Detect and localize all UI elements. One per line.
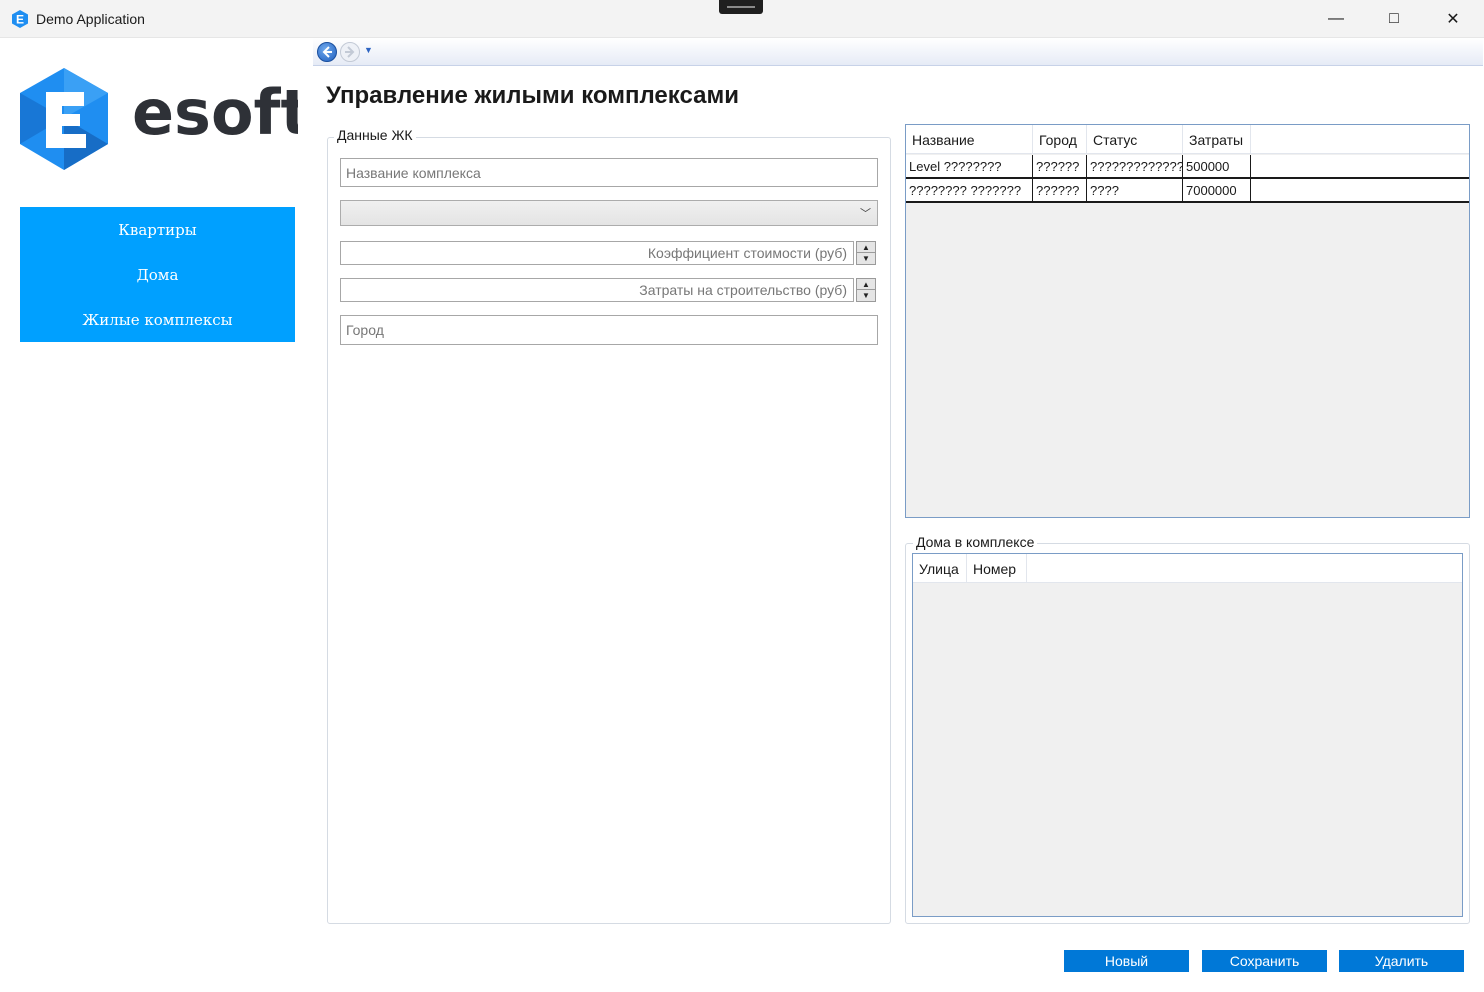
navigation-bar: ▼ [313, 38, 1483, 66]
side-menu: Квартиры Дома Жилые комплексы [20, 207, 295, 342]
table-row[interactable]: Level ???????? ?????? ????????????? 5000… [906, 155, 1469, 179]
menu-item-houses[interactable]: Дома [20, 266, 295, 284]
complex-data-group-label: Данные ЖК [334, 127, 416, 143]
delete-button[interactable]: Удалить [1339, 950, 1464, 972]
cell-status: ???? [1087, 179, 1183, 201]
forward-arrow-icon[interactable] [340, 42, 360, 62]
window-title: Demo Application [36, 11, 145, 27]
coefficient-spinner: ▲ ▼ [856, 241, 876, 265]
column-header-city[interactable]: Город [1033, 125, 1087, 154]
complex-name-input[interactable]: Название комплекса [340, 158, 878, 187]
coefficient-increment-button[interactable]: ▲ [857, 242, 875, 253]
app-icon: E [12, 10, 28, 28]
drag-handle[interactable] [719, 0, 763, 14]
close-button[interactable]: ✕ [1424, 0, 1482, 38]
menu-item-apartments[interactable]: Квартиры [20, 221, 295, 239]
cell-name: Level ???????? [906, 155, 1033, 177]
menu-item-complexes[interactable]: Жилые комплексы [20, 311, 295, 329]
logo-text: esoft [132, 76, 298, 149]
column-header-status[interactable]: Статус [1087, 125, 1183, 154]
construction-costs-input[interactable]: Затраты на строительство (руб) [340, 278, 854, 302]
coefficient-decrement-button[interactable]: ▼ [857, 253, 875, 264]
city-input[interactable]: Город [340, 315, 878, 345]
new-button[interactable]: Новый [1064, 950, 1189, 972]
costs-spinner: ▲ ▼ [856, 278, 876, 302]
complexes-table-header: Название Город Статус Затраты [906, 125, 1469, 154]
coefficient-input[interactable]: Коэффициент стоимости (руб) [340, 241, 854, 265]
houses-table[interactable]: Улица Номер [912, 553, 1463, 917]
forward-arrow-glyph [345, 46, 355, 58]
minimize-button[interactable]: — [1307, 0, 1365, 38]
column-header-street[interactable]: Улица [913, 554, 967, 583]
cell-name: ???????? ??????? [906, 179, 1033, 201]
svg-text:E: E [16, 13, 24, 27]
esoft-logo: esoft [20, 68, 298, 170]
title-bar: E Demo Application — □ ✕ [0, 0, 1484, 38]
cell-status: ????????????? [1087, 155, 1183, 177]
column-header-number[interactable]: Номер [967, 554, 1027, 583]
chevron-down-icon[interactable]: ▼ [364, 45, 373, 55]
table-row[interactable]: ???????? ??????? ?????? ???? 7000000 [906, 179, 1469, 203]
costs-decrement-button[interactable]: ▼ [857, 290, 875, 301]
cell-costs: 500000 [1183, 155, 1251, 177]
cell-city: ?????? [1033, 179, 1087, 201]
back-arrow-icon[interactable] [317, 42, 337, 62]
complexes-table[interactable]: Название Город Статус Затраты Level ????… [905, 124, 1470, 518]
save-button[interactable]: Сохранить [1202, 950, 1327, 972]
maximize-button[interactable]: □ [1365, 0, 1423, 38]
page-title: Управление жилыми комплексами [326, 82, 739, 109]
chevron-down-icon: ﹀ [860, 208, 871, 220]
cell-costs: 7000000 [1183, 179, 1251, 201]
status-combobox[interactable]: ﹀ [340, 200, 878, 226]
back-arrow-glyph [322, 46, 332, 58]
column-header-name[interactable]: Название [906, 125, 1033, 154]
houses-group-label: Дома в комплексе [913, 534, 1038, 550]
costs-increment-button[interactable]: ▲ [857, 279, 875, 290]
column-header-costs[interactable]: Затраты [1183, 125, 1251, 154]
houses-table-header: Улица Номер [913, 554, 1462, 583]
cell-city: ?????? [1033, 155, 1087, 177]
